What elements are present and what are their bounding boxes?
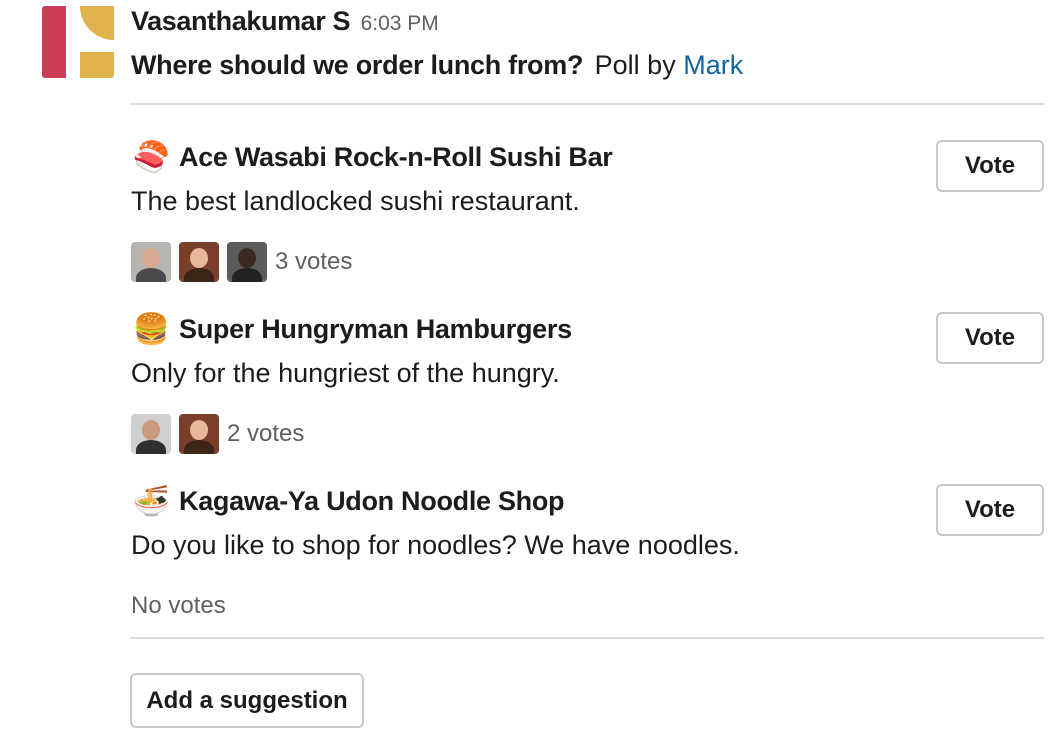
avatar-red-bar [42,6,66,78]
poll-question-line: Where should we order lunch from? Poll b… [131,50,743,81]
vote-button[interactable]: Vote [936,312,1044,364]
vote-count: No votes [131,592,226,619]
poll-by-label: Poll by [594,50,676,80]
voter-avatar[interactable] [131,414,171,454]
message-timestamp[interactable]: 6:03 PM [361,12,439,35]
option-description: The best landlocked sushi restaurant. [131,186,580,216]
vote-count: 2 votes [227,420,305,447]
poll-message: Vasanthakumar S 6:03 PM Where should we … [0,0,1054,754]
avatar-yellow-quarter [80,6,114,40]
poll-author-link[interactable]: Mark [683,50,743,80]
vote-button[interactable]: Vote [936,484,1044,536]
top-divider [130,103,1044,105]
avatar-yellow-block [80,52,114,78]
voter-avatar[interactable] [179,414,219,454]
option-description: Only for the hungriest of the hungry. [131,358,560,388]
poll-option: 🍣 Ace Wasabi Rock-n-Roll Sushi Bar The b… [131,140,1044,285]
option-title-row: 🍣 Ace Wasabi Rock-n-Roll Sushi Bar [131,140,613,175]
bottom-divider [130,637,1044,639]
poll-option: 🍔 Super Hungryman Hamburgers Only for th… [131,312,1044,457]
sushi-icon: 🍣 [132,140,170,175]
option-title-row: 🍜 Kagawa-Ya Udon Noodle Shop [131,484,564,519]
vote-button[interactable]: Vote [936,140,1044,192]
option-title: Super Hungryman Hamburgers [179,314,572,344]
poll-question: Where should we order lunch from? [131,50,584,80]
voter-avatar[interactable] [227,242,267,282]
noodle-bowl-icon: 🍜 [132,484,170,519]
hamburger-icon: 🍔 [132,312,170,347]
message-header: Vasanthakumar S 6:03 PM [131,6,439,37]
sender-avatar[interactable] [42,6,114,78]
option-title-row: 🍔 Super Hungryman Hamburgers [131,312,572,347]
voter-avatar[interactable] [179,242,219,282]
vote-count: 3 votes [275,248,353,275]
voter-avatar[interactable] [131,242,171,282]
add-suggestion-button[interactable]: Add a suggestion [130,673,364,728]
option-description: Do you like to shop for noodles? We have… [131,530,740,560]
votes-row: 2 votes [131,414,304,454]
votes-row: 3 votes [131,242,352,282]
sender-name[interactable]: Vasanthakumar S [131,6,351,36]
votes-row: No votes [131,586,226,626]
option-title: Ace Wasabi Rock-n-Roll Sushi Bar [179,142,613,172]
poll-option: 🍜 Kagawa-Ya Udon Noodle Shop Do you like… [131,484,1044,629]
option-title: Kagawa-Ya Udon Noodle Shop [179,486,565,516]
